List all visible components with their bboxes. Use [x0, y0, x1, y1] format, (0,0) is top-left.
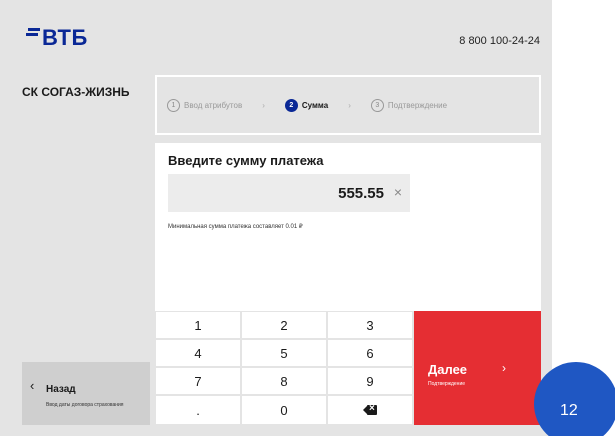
key-3[interactable]: 3 — [327, 311, 413, 339]
back-label: Назад — [46, 384, 76, 395]
next-button[interactable]: Далее › Подтверждение — [414, 311, 541, 425]
amount-value: 555.55 — [338, 185, 384, 202]
vtb-logo: ВТБ — [26, 26, 88, 50]
back-sublabel: Ввод даты договора страхования — [46, 402, 124, 408]
backspace-button[interactable]: × — [327, 395, 413, 425]
key-6[interactable]: 6 — [327, 339, 413, 367]
back-button[interactable]: ‹ Назад Ввод даты договора страхования — [22, 362, 150, 425]
amount-title: Введите сумму платежа — [168, 153, 324, 168]
step-separator-icon: › — [262, 100, 265, 110]
key-1[interactable]: 1 — [155, 311, 241, 339]
logo-bars-icon — [26, 28, 40, 42]
backspace-icon: × — [363, 403, 377, 415]
next-sublabel: Подтверждение — [428, 381, 466, 387]
amount-input[interactable]: 555.55 × — [168, 174, 410, 212]
step-separator-icon: › — [348, 100, 351, 110]
step-confirmation: 3 Подтверждение — [370, 98, 448, 112]
logo-text: ВТБ — [42, 25, 88, 50]
progress-steps: 1 Ввод атрибутов › 2 Сумма › 3 Подтвержд… — [155, 75, 541, 135]
step-label: Ввод атрибутов — [184, 100, 243, 110]
chevron-right-icon: › — [502, 361, 506, 375]
badge-number: 12 — [560, 402, 578, 419]
step-amount: 2 Сумма — [284, 98, 329, 112]
key-9[interactable]: 9 — [327, 367, 413, 395]
numeric-keypad: 1 2 3 4 5 6 7 8 9 . 0 × — [155, 311, 413, 425]
key-2[interactable]: 2 — [241, 311, 327, 339]
key-5[interactable]: 5 — [241, 339, 327, 367]
step-label: Подтверждение — [387, 100, 448, 110]
next-label: Далее — [428, 362, 468, 377]
key-4[interactable]: 4 — [155, 339, 241, 367]
key-7[interactable]: 7 — [155, 367, 241, 395]
step-attributes: 1 Ввод атрибутов — [167, 98, 243, 112]
step-number: 2 — [284, 98, 298, 112]
step-number: 1 — [167, 98, 180, 112]
organization-name: СК СОГАЗ-ЖИЗНЬ — [22, 85, 130, 99]
amount-card: Введите сумму платежа 555.55 × Минимальн… — [155, 143, 541, 311]
step-badge: 12 — [534, 362, 615, 436]
step-number: 3 — [370, 98, 384, 112]
key-dot[interactable]: . — [155, 395, 241, 425]
key-0[interactable]: 0 — [241, 395, 327, 425]
support-phone: 8 800 100-24-24 — [459, 35, 540, 47]
step-label: Сумма — [301, 100, 329, 110]
min-amount-note: Минимальная сумма платежа составляет 0.0… — [168, 224, 303, 230]
atm-screen: ВТБ 8 800 100-24-24 СК СОГАЗ-ЖИЗНЬ 1 Вво… — [0, 0, 552, 436]
clear-icon[interactable]: × — [394, 184, 402, 200]
key-8[interactable]: 8 — [241, 367, 327, 395]
chevron-left-icon: ‹ — [30, 378, 35, 393]
